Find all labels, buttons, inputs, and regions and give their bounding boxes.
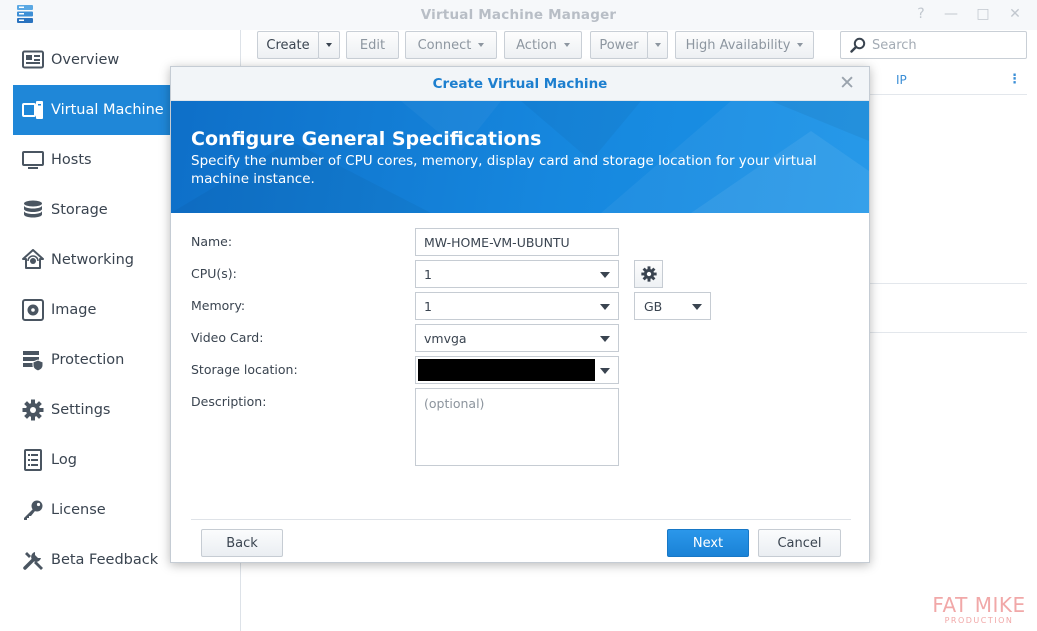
memory-label: Memory: [191,298,246,313]
dialog-title: Create Virtual Machine [432,76,608,92]
video-card-select[interactable]: vmvga [415,324,619,352]
power-button[interactable]: Power [590,31,648,59]
column-ip-header[interactable]: IP [896,73,907,87]
video-card-label: Video Card: [191,330,264,345]
sidebar-item-label: Virtual Machine [51,102,164,118]
divider [870,332,1027,333]
dropdown-arrow-icon [600,272,610,278]
dropdown-arrow-icon [692,304,702,310]
search-placeholder: Search [872,37,917,53]
close-icon[interactable]: ✕ [839,72,855,94]
memory-unit-select[interactable]: GB [634,292,711,320]
dropdown-arrow-icon [600,368,610,374]
sidebar-item-label: Overview [51,52,120,68]
dialog-header: Create Virtual Machine ✕ [171,67,869,101]
grid-header: IP ⋮ [870,66,1027,95]
chevron-down-icon [326,43,332,47]
sidebar-item-label: Settings [51,402,111,418]
sidebar-item-label: Protection [51,352,125,368]
sidebar-item-label: Image [51,302,97,318]
back-label: Back [226,535,258,551]
sidebar-item-label: Hosts [51,152,92,168]
high-availability-label: High Availability [685,37,791,53]
connect-button[interactable]: Connect [405,31,497,59]
storage-icon [21,198,45,222]
license-icon [21,498,45,522]
description-label: Description: [191,394,267,409]
action-button[interactable]: Action [504,31,582,59]
sidebar-item-label: Storage [51,202,108,218]
dropdown-arrow-icon [600,304,610,310]
dropdown-arrow-icon [600,336,610,342]
dialog-banner: Configure General Specifications Specify… [171,101,869,213]
name-label: Name: [191,234,233,249]
watermark-line2: PRODUCTION [944,616,1014,625]
chevron-down-icon [797,43,804,47]
power-dropdown-button[interactable] [647,31,668,59]
storage-location-select[interactable] [415,356,619,384]
title-bar: Virtual Machine Manager ? — □ ✕ [0,0,1037,30]
cpu-label: CPU(s): [191,266,237,281]
name-value: MW-HOME-VM-UBUNTU [424,234,570,250]
maximize-button[interactable]: □ [972,4,994,24]
help-button[interactable]: ? [910,4,932,24]
dialog-footer-divider [191,519,851,520]
virtual-machine-icon [21,98,45,122]
watermark-logo: FAT MIKE PRODUCTION [927,594,1031,626]
cancel-button[interactable]: Cancel [758,529,841,557]
search-icon [850,37,866,53]
description-textarea[interactable]: (optional) [415,388,619,466]
video-card-value: vmvga [424,330,467,346]
cpu-settings-button[interactable] [634,260,663,288]
next-label: Next [692,535,724,551]
banner-title: Configure General Specifications [191,128,542,150]
high-availability-button[interactable]: High Availability [675,31,814,59]
edit-button[interactable]: Edit [346,31,399,59]
protection-icon [21,348,45,372]
storage-location-label: Storage location: [191,362,298,377]
create-button[interactable]: Create [257,31,319,59]
sidebar-item-label: Networking [51,252,134,268]
cancel-label: Cancel [777,535,822,551]
connect-label: Connect [417,37,472,53]
image-icon [21,298,45,322]
description-placeholder: (optional) [424,396,485,411]
next-button[interactable]: Next [667,529,749,557]
cpu-select[interactable]: 1 [415,260,619,288]
sidebar-item-label: Log [51,452,77,468]
action-label: Action [516,37,557,53]
memory-unit-value: GB [644,298,663,314]
chevron-down-icon [654,43,661,47]
networking-icon [21,248,45,272]
watermark-line1: FAT MIKE [932,593,1026,617]
memory-select[interactable]: 1 [415,292,619,320]
sidebar-item-label: License [51,502,106,518]
column-menu-icon[interactable]: ⋮ [1008,72,1021,87]
gear-icon [640,266,657,282]
divider [870,283,1027,284]
cpu-value: 1 [424,266,432,282]
hosts-icon [21,148,45,172]
back-button[interactable]: Back [201,529,283,557]
edit-label: Edit [359,37,386,53]
minimize-button[interactable]: — [940,4,962,24]
name-field[interactable]: MW-HOME-VM-UBUNTU [415,228,619,256]
create-label: Create [266,37,310,53]
overview-icon [21,48,45,72]
close-window-button[interactable]: ✕ [1004,4,1026,24]
chevron-down-icon [478,43,485,47]
sidebar-item-label: Beta Feedback [51,552,159,568]
search-input[interactable]: Search [840,31,1027,59]
beta-feedback-icon [21,548,45,572]
settings-icon [21,398,45,422]
window-title: Virtual Machine Manager [420,7,617,23]
log-icon [21,448,45,472]
memory-value: 1 [424,298,432,314]
chevron-down-icon [563,43,570,47]
create-vm-dialog: Create Virtual Machine ✕ Configure Gener… [170,66,870,563]
redacted-value [418,359,595,381]
power-label: Power [599,37,639,53]
create-dropdown-button[interactable] [318,31,340,59]
banner-description: Specify the number of CPU cores, memory,… [191,153,817,187]
